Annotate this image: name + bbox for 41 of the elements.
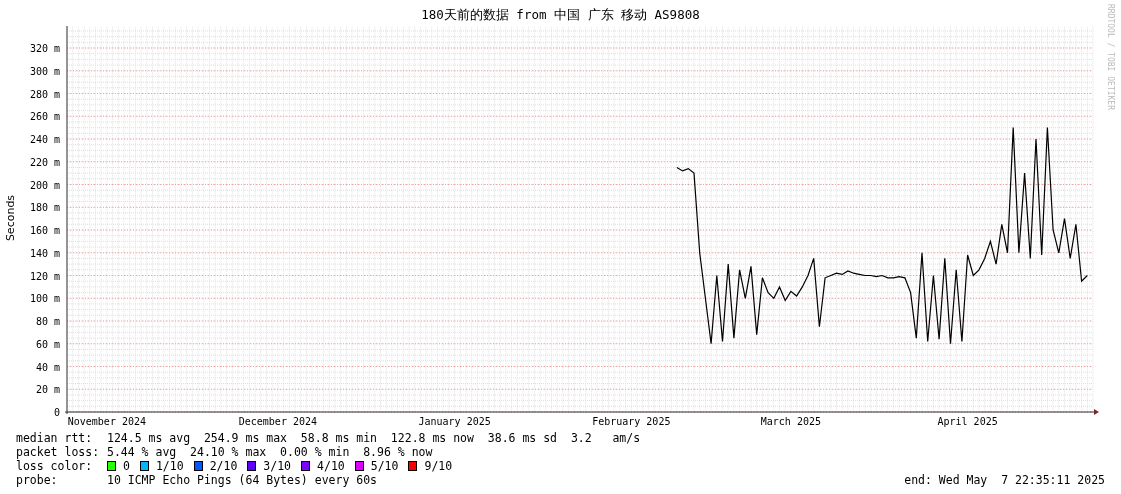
probe-label: probe:	[16, 473, 59, 487]
loss-level-label: 2/10	[209, 459, 238, 473]
loss-level-label: 3/10	[263, 459, 292, 473]
x-tick-label: December 2024	[238, 416, 318, 427]
x-tick-label: November 2024	[67, 416, 147, 427]
y-tick-label: 40 m	[35, 361, 60, 373]
probe-text: 10 ICMP Echo Pings (64 Bytes) every 60s	[107, 473, 378, 487]
stat-values: 5.44 % avg 24.10 % max 0.00 % min 8.96 % now	[107, 445, 433, 459]
y-tick-label: 180 m	[29, 202, 60, 214]
loss-level-label: 0	[123, 459, 130, 473]
end-time: end: Wed May 7 22:35:11 2025	[904, 473, 1105, 487]
y-tick-label: 320 m	[29, 43, 60, 54]
y-tick-label: 220 m	[29, 156, 60, 168]
y-tick-label: 100 m	[29, 293, 60, 305]
y-axis-title: Seconds	[4, 194, 17, 242]
y-tick-label: 140 m	[29, 247, 60, 259]
y-tick-label: 60 m	[35, 338, 60, 350]
y-tick-label: 120 m	[29, 270, 60, 282]
y-tick-label: 160 m	[29, 225, 60, 236]
loss-level-label: 5/10	[370, 459, 399, 473]
y-tick-label: 280 m	[29, 88, 60, 100]
y-tick-label: 300 m	[29, 65, 60, 77]
stat-values: 124.5 ms avg 254.9 ms max 58.8 ms min 122.8 ms now 38.6 ms sd 3.2 am/s	[107, 431, 641, 445]
y-tick-label: 20 m	[35, 384, 60, 396]
x-tick-label: March 2025	[760, 416, 821, 427]
y-tick-label: 80 m	[35, 316, 60, 327]
x-tick-label: April 2025	[937, 416, 998, 427]
y-tick-label: 260 m	[29, 111, 60, 123]
stat-label: packet loss:	[16, 445, 101, 459]
loss-level-label: 4/10	[317, 459, 345, 473]
legend-label: loss color:	[16, 459, 94, 473]
chart-title: 180天前的数据 from 中国 广东 移动 AS9808	[421, 6, 700, 25]
x-tick-label: January 2025	[418, 416, 491, 427]
loss-level-label: 9/10	[424, 459, 453, 473]
y-tick-label: 240 m	[29, 134, 60, 145]
y-tick-label: 200 m	[29, 179, 60, 191]
credit-text: RRDTOOL / TOBI OETIKER	[1106, 4, 1115, 110]
x-tick-label: February 2025	[592, 416, 671, 427]
stat-label: median rtt:	[16, 431, 94, 445]
y-tick-label: 0	[53, 407, 60, 418]
loss-level-label: 1/10	[155, 459, 184, 473]
